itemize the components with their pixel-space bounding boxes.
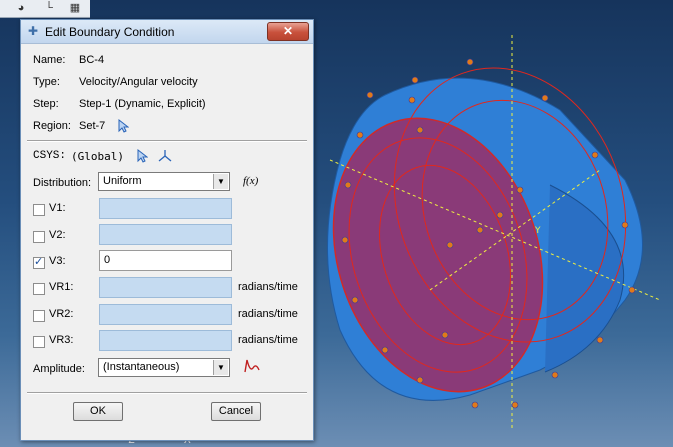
distribution-select[interactable]: Uniform ▼ [98, 172, 230, 191]
v1-field[interactable] [99, 198, 232, 219]
cancel-button[interactable]: Cancel [211, 402, 261, 421]
region-label: Region: [33, 120, 71, 132]
name-value: BC-4 [79, 54, 105, 66]
amplitude-select[interactable]: (Instantaneous) ▼ [98, 358, 230, 377]
chevron-down-icon[interactable]: ▼ [213, 360, 228, 375]
close-button[interactable]: ✕ [267, 22, 309, 41]
part-icon[interactable]: └ [42, 1, 56, 15]
checkmark-icon: ✓ [34, 256, 44, 268]
distribution-value: Uniform [103, 175, 142, 187]
separator [27, 140, 307, 142]
vr3-field[interactable] [99, 330, 232, 351]
svg-text:Y: Y [534, 226, 541, 236]
vr2-label: VR2: [49, 308, 74, 320]
vr3-unit: radians/time [238, 334, 298, 346]
type-value: Velocity/Angular velocity [79, 76, 198, 88]
grid-icon[interactable]: ▦ [68, 1, 82, 15]
amplitude-label: Amplitude: [33, 363, 85, 375]
type-label: Type: [33, 76, 60, 88]
chevron-down-icon[interactable]: ▼ [213, 174, 228, 189]
boundary-condition-icon: ✚ [27, 24, 39, 38]
csys-axes-icon[interactable] [158, 149, 172, 163]
toolbar: ◕ └ ▦ [0, 0, 90, 18]
v3-checkbox[interactable]: ✓ [33, 256, 45, 269]
step-label: Step: [33, 98, 59, 110]
csys-value: (Global) [71, 150, 124, 163]
vr1-field[interactable] [99, 277, 232, 298]
amplitude-value: (Instantaneous) [103, 361, 180, 373]
vr2-checkbox[interactable] [33, 310, 45, 322]
vr3-checkbox[interactable] [33, 336, 45, 348]
v2-checkbox[interactable] [33, 231, 45, 243]
select-arrow-icon[interactable] [117, 119, 129, 133]
separator [27, 392, 307, 394]
dialog-title: Edit Boundary Condition [45, 25, 175, 39]
v3-value: 0 [104, 254, 111, 266]
edit-boundary-condition-dialog: ✚ Edit Boundary Condition ✕ Name: BC-4 T… [20, 19, 314, 441]
ok-button[interactable]: OK [73, 402, 123, 421]
vr1-checkbox[interactable] [33, 283, 45, 295]
v3-field[interactable]: 0 [99, 250, 232, 271]
v1-label: V1: [49, 202, 66, 214]
vr1-unit: radians/time [238, 281, 298, 293]
dialog-titlebar[interactable]: ✚ Edit Boundary Condition ✕ [21, 20, 313, 44]
lightbulb-icon[interactable]: ◕ [14, 1, 28, 15]
amplitude-icon[interactable] [243, 358, 263, 374]
v2-label: V2: [49, 229, 66, 241]
vr2-field[interactable] [99, 304, 232, 325]
name-label: Name: [33, 54, 66, 66]
step-value: Step-1 (Dynamic, Explicit) [79, 98, 206, 110]
vr2-unit: radians/time [238, 308, 298, 320]
vr1-label: VR1: [49, 281, 74, 293]
v2-field[interactable] [99, 224, 232, 245]
fx-button[interactable]: f(x) [243, 175, 258, 187]
region-value: Set-7 [79, 120, 106, 132]
v3-label: V3: [49, 255, 66, 267]
vr3-label: VR3: [49, 334, 74, 346]
csys-select-arrow-icon[interactable] [136, 149, 148, 163]
v1-checkbox[interactable] [33, 204, 45, 216]
distribution-label: Distribution: [33, 177, 92, 189]
csys-label: CSYS: [33, 150, 67, 162]
